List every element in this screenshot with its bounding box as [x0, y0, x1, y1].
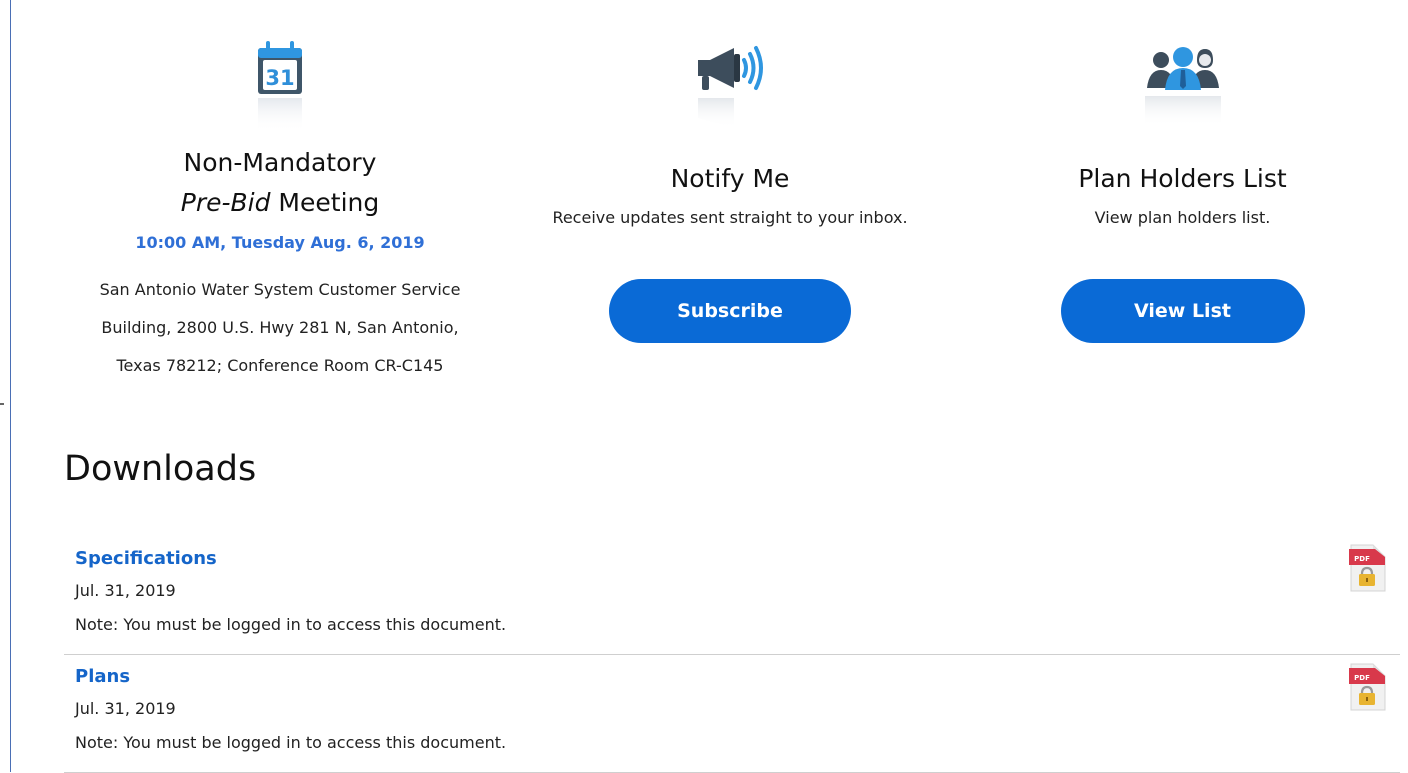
locked-pdf-icon[interactable]: PDF	[1345, 662, 1389, 712]
download-item: Plans Jul. 31, 2019 Note: You must be lo…	[64, 654, 1400, 773]
notify-title: Notify Me	[670, 164, 790, 193]
calendar-icon: 31	[230, 38, 330, 158]
meeting-address-line: San Antonio Water System Customer Servic…	[99, 280, 461, 299]
left-border-line	[10, 0, 11, 772]
svg-text:PDF: PDF	[1354, 555, 1370, 563]
meeting-title-line-2: Pre-Bid Meeting	[60, 186, 500, 220]
download-link-specifications[interactable]: Specifications	[75, 548, 217, 569]
calendar-day-number: 31	[265, 66, 294, 90]
left-border-tick	[0, 403, 4, 405]
download-date: Jul. 31, 2019	[75, 699, 176, 718]
megaphone-icon	[680, 36, 780, 156]
download-note: Note: You must be logged in to access th…	[75, 733, 507, 752]
download-link-plans[interactable]: Plans	[75, 666, 130, 687]
svg-text:PDF: PDF	[1354, 674, 1370, 682]
meeting-address-line: Building, 2800 U.S. Hwy 281 N, San Anton…	[101, 318, 459, 337]
download-date: Jul. 31, 2019	[75, 581, 176, 600]
notify-subtitle: Receive updates sent straight to your in…	[552, 208, 908, 227]
plan-holders-title: Plan Holders List	[1078, 164, 1287, 193]
meeting-title-italic: Pre-Bid	[180, 188, 271, 217]
download-item: Specifications Jul. 31, 2019 Note: You m…	[64, 536, 1400, 655]
view-list-button[interactable]: View List	[1060, 279, 1305, 343]
people-icon	[1133, 40, 1233, 160]
meeting-time: 10:00 AM, Tuesday Aug. 6, 2019	[135, 233, 425, 252]
meeting-title-rest: Meeting	[270, 188, 380, 217]
locked-pdf-icon[interactable]: PDF	[1345, 543, 1389, 593]
subscribe-button[interactable]: Subscribe	[609, 279, 851, 343]
downloads-heading: Downloads	[64, 449, 257, 489]
download-note: Note: You must be logged in to access th…	[75, 615, 507, 634]
plan-holders-subtitle: View plan holders list.	[1094, 208, 1271, 227]
meeting-address-line: Texas 78212; Conference Room CR-C145	[116, 356, 444, 375]
meeting-address: San Antonio Water System Customer Servic…	[60, 271, 500, 385]
meeting-title-line-1: Non-Mandatory	[183, 148, 377, 177]
